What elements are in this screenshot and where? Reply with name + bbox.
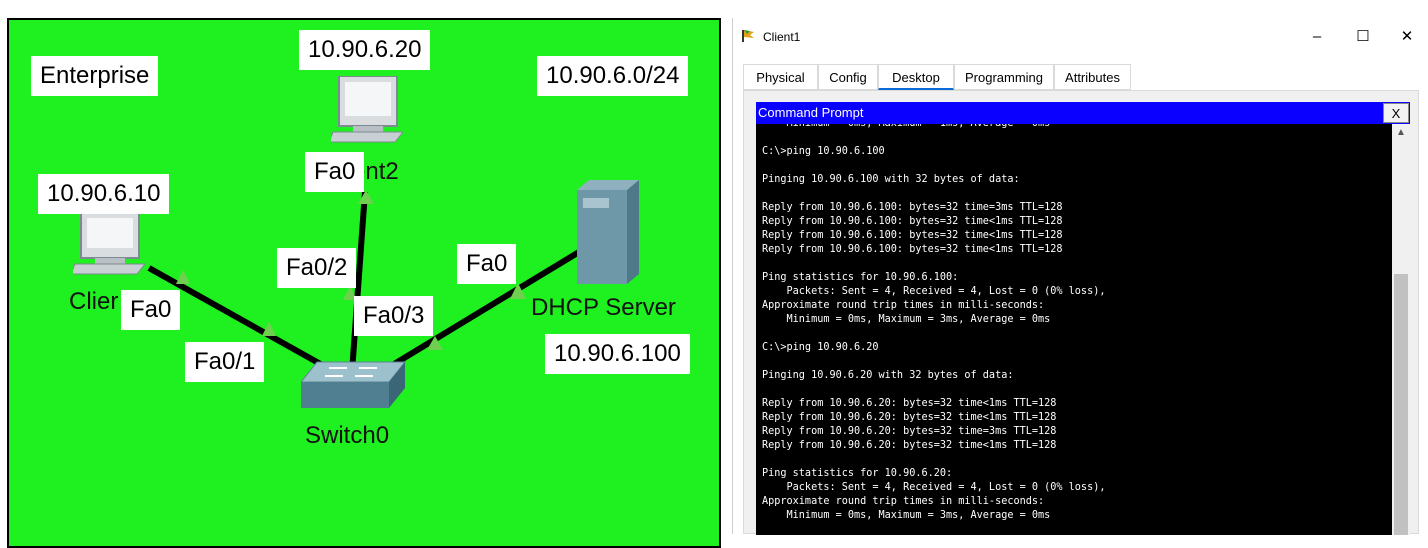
terminal-line: Reply from 10.90.6.100: bytes=32 time=3m… bbox=[762, 202, 1063, 213]
terminal-line: Reply from 10.90.6.20: bytes=32 time=3ms… bbox=[762, 426, 1057, 437]
terminal-line: C:\>ping 10.90.6.20 bbox=[762, 342, 879, 353]
tab-physical[interactable]: Physical bbox=[743, 64, 818, 90]
terminal-line: Minimum = 0ms, Maximum = 3ms, Average = … bbox=[762, 510, 1051, 521]
switch-name: Switch0 bbox=[305, 422, 390, 449]
terminal-line: Reply from 10.90.6.20: bytes=32 time<1ms… bbox=[762, 440, 1057, 451]
window-title: Client1 bbox=[763, 30, 801, 44]
maximize-button[interactable]: ☐ bbox=[1340, 24, 1386, 50]
tab-programming[interactable]: Programming bbox=[954, 64, 1054, 90]
dhcp-ip-label: 10.90.6.100 bbox=[545, 334, 690, 374]
terminal-line: Reply from 10.90.6.100: bytes=32 time<1m… bbox=[762, 216, 1063, 227]
command-prompt-close-button[interactable]: X bbox=[1383, 103, 1409, 123]
area-label: Enterprise bbox=[31, 56, 159, 96]
switch-fa03-label: Fa0/3 bbox=[354, 296, 434, 336]
switch-fa02-label: Fa0/2 bbox=[277, 248, 357, 288]
client1-ip-label: 10.90.6.10 bbox=[38, 174, 170, 214]
client2-pc[interactable] bbox=[328, 75, 405, 153]
terminal-line: C:\>ping 10.90.6.100 bbox=[762, 146, 885, 157]
packet-tracer-app-icon bbox=[742, 30, 754, 42]
pc-icon bbox=[328, 75, 405, 143]
dhcp-server[interactable] bbox=[573, 180, 643, 291]
port-marker-switch-fa01 bbox=[262, 322, 276, 336]
switch0[interactable] bbox=[299, 358, 411, 423]
topology-canvas[interactable]: Enterprise 10.90.6.20 10.90.6.0/24 10.90… bbox=[7, 18, 721, 548]
client1-pc[interactable] bbox=[70, 211, 153, 283]
tab-desktop[interactable]: Desktop bbox=[878, 64, 954, 90]
terminal-scrollbar[interactable]: ▲ bbox=[1392, 124, 1410, 535]
terminal-line: Approximate round trip times in milli-se… bbox=[762, 496, 1045, 507]
client2-port-label: Fa0 bbox=[305, 152, 365, 192]
tab-attributes[interactable]: Attributes bbox=[1054, 64, 1131, 90]
terminal-line: Reply from 10.90.6.100: bytes=32 time<1m… bbox=[762, 244, 1063, 255]
command-prompt-title: Command Prompt bbox=[758, 105, 864, 120]
switch-fa01-label: Fa0/1 bbox=[185, 342, 265, 382]
terminal-line: Minimum = 0ms, Maximum = 1ms, Average = … bbox=[762, 124, 1392, 131]
terminal-line: Pinging 10.90.6.20 with 32 bytes of data… bbox=[762, 370, 1014, 381]
switch-icon bbox=[299, 361, 407, 408]
network-label: 10.90.6.0/24 bbox=[537, 56, 689, 96]
terminal-line: Reply from 10.90.6.20: bytes=32 time<1ms… bbox=[762, 412, 1057, 423]
terminal-line: Approximate round trip times in milli-se… bbox=[762, 300, 1045, 311]
client1-window: Client1 – ☐ ✕ Physical Config Desktop Pr… bbox=[732, 18, 1428, 535]
pc-icon bbox=[70, 211, 147, 275]
command-prompt-header: Command Prompt X bbox=[756, 102, 1410, 124]
port-marker-client1 bbox=[176, 270, 190, 284]
terminal-line: Pinging 10.90.6.100 with 32 bytes of dat… bbox=[762, 174, 1020, 185]
tab-config[interactable]: Config bbox=[818, 64, 878, 90]
terminal-line: Reply from 10.90.6.20: bytes=32 time<1ms… bbox=[762, 398, 1057, 409]
terminal-line: Packets: Sent = 4, Received = 4, Lost = … bbox=[762, 286, 1106, 297]
close-button[interactable]: ✕ bbox=[1384, 24, 1428, 50]
terminal-line: Ping statistics for 10.90.6.100: bbox=[762, 272, 959, 283]
server-icon bbox=[577, 180, 639, 284]
client1-name: Clier bbox=[69, 288, 119, 315]
client1-port-label: Fa0 bbox=[121, 290, 181, 330]
terminal-output[interactable]: Minimum = 0ms, Maximum = 1ms, Average = … bbox=[756, 124, 1392, 535]
port-marker-client2 bbox=[358, 190, 374, 204]
dhcp-port-label: Fa0 bbox=[457, 244, 517, 284]
minimize-button[interactable]: – bbox=[1294, 24, 1340, 50]
terminal-line: Ping statistics for 10.90.6.20: bbox=[762, 468, 953, 479]
title-bar[interactable]: Client1 – ☐ ✕ bbox=[733, 18, 1428, 56]
desktop-panel: Command Prompt X Minimum = 0ms, Maximum … bbox=[743, 90, 1419, 535]
terminal-line: Minimum = 0ms, Maximum = 3ms, Average = … bbox=[762, 314, 1051, 325]
tab-bar: Physical Config Desktop Programming Attr… bbox=[743, 64, 1423, 90]
client2-ip-label: 10.90.6.20 bbox=[299, 30, 431, 70]
dhcp-name: DHCP Server bbox=[531, 294, 676, 321]
scroll-up-arrow-icon[interactable]: ▲ bbox=[1392, 124, 1410, 142]
terminal-line: Packets: Sent = 4, Received = 4, Lost = … bbox=[762, 482, 1106, 493]
scrollbar-thumb[interactable] bbox=[1394, 274, 1408, 535]
terminal-line: Reply from 10.90.6.100: bytes=32 time<1m… bbox=[762, 230, 1063, 241]
